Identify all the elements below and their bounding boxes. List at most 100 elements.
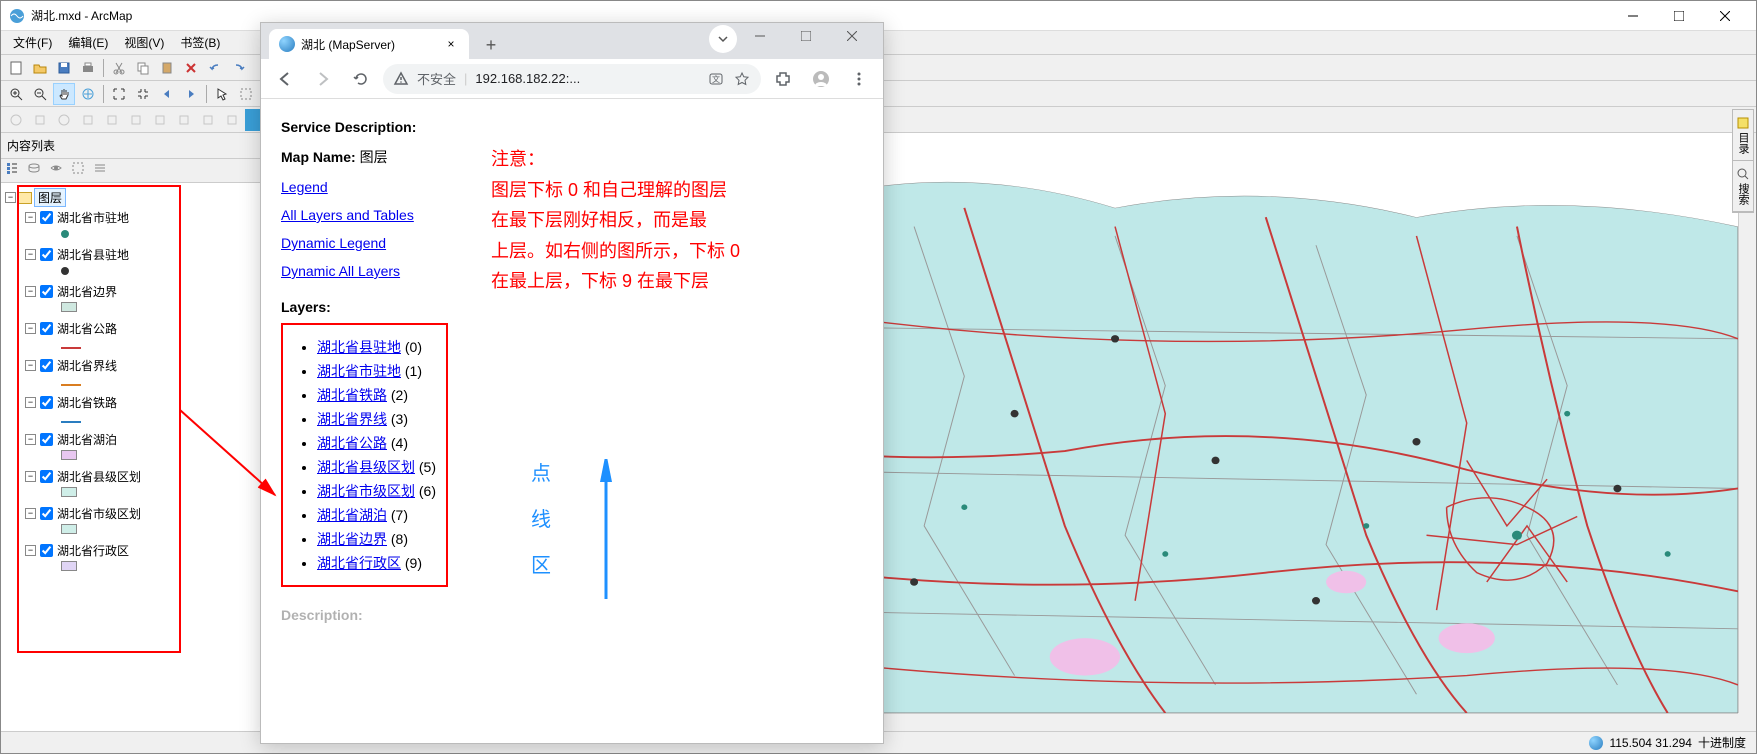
menu-edit[interactable]: 编辑(E) [60,31,116,54]
back-button[interactable] [269,63,301,95]
print-icon[interactable] [77,57,99,79]
collapse-icon[interactable]: − [25,434,36,445]
root-label[interactable]: 图层 [34,188,66,207]
fixed-zoom-out-icon[interactable] [132,83,154,105]
layer-link[interactable]: 湖北省市驻地 [317,363,401,379]
open-icon[interactable] [29,57,51,79]
browser-minimize-button[interactable] [737,21,783,51]
layer-link[interactable]: 湖北省行政区 [317,555,401,571]
layer-item[interactable]: − 湖北省界线 [5,356,256,375]
close-button[interactable] [1702,1,1748,31]
layer-visibility-checkbox[interactable] [40,396,53,409]
zoom-in-icon[interactable] [5,83,27,105]
collapse-icon[interactable]: − [25,360,36,371]
layer-link[interactable]: 湖北省界线 [317,411,387,427]
menu-file[interactable]: 文件(F) [5,31,60,54]
layer-item[interactable]: − 湖北省市级区划 [5,504,256,523]
address-bar[interactable]: 不安全 | 192.168.182.22:... 文 [383,64,761,94]
collapse-icon[interactable]: − [25,249,36,260]
layer-name: 湖北省边界 [57,283,117,300]
translate-icon[interactable]: 文 [707,70,725,88]
layer-visibility-checkbox[interactable] [40,507,53,520]
layer-item[interactable]: − 湖北省县驻地 [5,245,256,264]
paste-icon[interactable] [156,57,178,79]
collapse-icon[interactable]: − [25,397,36,408]
dock-tab-search[interactable]: 搜索 [1733,161,1753,212]
collapse-icon[interactable]: − [5,192,16,203]
tree-root[interactable]: − 图层 [5,187,256,208]
layer-visibility-checkbox[interactable] [40,285,53,298]
layer-link[interactable]: 湖北省边界 [317,531,387,547]
legend-link[interactable]: Legend [281,179,328,195]
layer-list-item: 湖北省湖泊 (7) [317,505,436,525]
browser-tab[interactable]: 湖北 (MapServer) × [269,29,469,59]
collapse-icon[interactable]: − [25,323,36,334]
collapse-icon[interactable]: − [25,471,36,482]
menu-bookmark[interactable]: 书签(B) [172,31,228,54]
zoom-out-icon[interactable] [29,83,51,105]
layer-item[interactable]: − 湖北省铁路 [5,393,256,412]
save-icon[interactable] [53,57,75,79]
layer-item[interactable]: − 湖北省行政区 [5,541,256,560]
tab-close-icon[interactable]: × [443,36,459,52]
full-extent-icon[interactable] [77,83,99,105]
select-features-icon[interactable] [211,83,233,105]
layer-item[interactable]: − 湖北省市驻地 [5,208,256,227]
all-layers-link[interactable]: All Layers and Tables [281,207,414,223]
layer-visibility-checkbox[interactable] [40,359,53,372]
layer-link[interactable]: 湖北省县驻地 [317,339,401,355]
layer-visibility-checkbox[interactable] [40,211,53,224]
dynamic-all-layers-link[interactable]: Dynamic All Layers [281,263,400,279]
browser-maximize-button[interactable] [783,21,829,51]
collapse-icon[interactable]: − [25,508,36,519]
collapse-icon[interactable]: − [25,286,36,297]
toc-list-by-visibility-icon[interactable] [49,161,69,181]
layer-link[interactable]: 湖北省铁路 [317,387,387,403]
collapse-icon[interactable]: − [25,545,36,556]
tab-list-button[interactable] [709,25,737,53]
layer-visibility-checkbox[interactable] [40,470,53,483]
browser-close-button[interactable] [829,21,875,51]
toc-list-by-drawing-icon[interactable] [5,161,25,181]
prev-extent-icon[interactable] [156,83,178,105]
maximize-button[interactable] [1656,1,1702,31]
undo-icon[interactable] [204,57,226,79]
dynamic-legend-link[interactable]: Dynamic Legend [281,235,386,251]
toc-options-icon[interactable] [93,161,113,181]
extensions-icon[interactable] [767,63,799,95]
layer-link[interactable]: 湖北省市级区划 [317,483,415,499]
copy-icon[interactable] [132,57,154,79]
menu-view[interactable]: 视图(V) [116,31,172,54]
layer-item[interactable]: − 湖北省湖泊 [5,430,256,449]
minimize-button[interactable] [1610,1,1656,31]
dock-tab-catalog[interactable]: 目录 [1733,110,1753,161]
next-extent-icon[interactable] [180,83,202,105]
layer-link[interactable]: 湖北省公路 [317,435,387,451]
layer-item[interactable]: − 湖北省公路 [5,319,256,338]
layer-link[interactable]: 湖北省县级区划 [317,459,415,475]
delete-icon[interactable] [180,57,202,79]
menu-icon[interactable] [843,63,875,95]
layer-visibility-checkbox[interactable] [40,544,53,557]
pan-icon[interactable] [53,83,75,105]
new-icon[interactable] [5,57,27,79]
layer-visibility-checkbox[interactable] [40,433,53,446]
toc-list-by-source-icon[interactable] [27,161,47,181]
reload-button[interactable] [345,63,377,95]
clear-selection-icon[interactable] [235,83,257,105]
layer-item[interactable]: − 湖北省边界 [5,282,256,301]
layer-link[interactable]: 湖北省湖泊 [317,507,387,523]
profile-icon[interactable] [805,63,837,95]
security-warning-icon[interactable] [393,71,409,87]
fixed-zoom-in-icon[interactable] [108,83,130,105]
collapse-icon[interactable]: − [25,212,36,223]
layer-visibility-checkbox[interactable] [40,248,53,261]
layer-item[interactable]: − 湖北省县级区划 [5,467,256,486]
toc-list-by-selection-icon[interactable] [71,161,91,181]
redo-icon[interactable] [228,57,250,79]
map-scrollbar-vertical[interactable] [1738,133,1756,713]
bookmark-star-icon[interactable] [733,70,751,88]
cut-icon[interactable] [108,57,130,79]
layer-visibility-checkbox[interactable] [40,322,53,335]
new-tab-button[interactable]: + [477,31,505,59]
